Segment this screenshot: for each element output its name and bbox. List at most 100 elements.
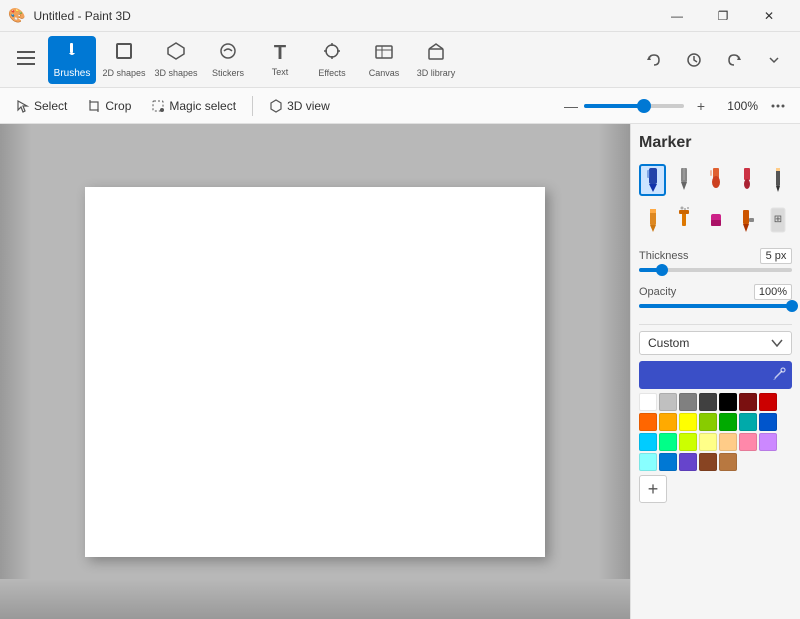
thickness-slider-track[interactable] xyxy=(639,268,792,272)
3dview-button[interactable]: 3D view xyxy=(261,95,338,117)
color-swatch-pink[interactable] xyxy=(739,433,757,451)
menu-icon xyxy=(17,49,35,70)
ribbon-brushes-label: Brushes xyxy=(54,68,91,79)
color-swatch-yellow[interactable] xyxy=(679,413,697,431)
panel-title: Marker xyxy=(639,134,792,152)
opacity-section: Opacity 100% xyxy=(639,284,792,308)
zoom-thumb[interactable] xyxy=(637,99,651,113)
eyedropper-svg xyxy=(772,367,786,381)
canvas-icon xyxy=(374,41,394,66)
ribbon-3dshapes-label: 3D shapes xyxy=(154,68,197,78)
fill-brush-button[interactable] xyxy=(733,204,760,236)
maximize-button[interactable]: ❐ xyxy=(700,0,746,32)
color-row-2 xyxy=(639,413,792,431)
zoom-minus-icon: — xyxy=(564,98,578,114)
ribbon-stickers-tab[interactable]: Stickers xyxy=(204,36,252,84)
zoom-slider[interactable] xyxy=(584,104,684,108)
ribbon-text-label: Text xyxy=(272,67,289,77)
ribbon-2dshapes-tab[interactable]: 2D shapes xyxy=(100,36,148,84)
brush-icons-row1 xyxy=(639,164,792,196)
color-swatch-tan[interactable] xyxy=(719,453,737,471)
ribbon-canvas-tab[interactable]: Canvas xyxy=(360,36,408,84)
ribbon-3dshapes-tab[interactable]: 3D shapes xyxy=(152,36,200,84)
opacity-slider-fill xyxy=(639,304,792,308)
magic-select-button[interactable]: Magic select xyxy=(143,95,244,117)
right-panel: Marker xyxy=(630,124,800,619)
color-swatch-white[interactable] xyxy=(639,393,657,411)
color-swatch-darkred[interactable] xyxy=(739,393,757,411)
marker-brush-button[interactable] xyxy=(639,164,666,196)
crop-button[interactable]: Crop xyxy=(79,95,139,117)
crayon-icon xyxy=(644,206,662,234)
color-swatch-lavender[interactable] xyxy=(759,433,777,451)
color-swatch-purple[interactable] xyxy=(679,453,697,471)
spray-brush-button[interactable] xyxy=(670,204,697,236)
opacity-slider-thumb[interactable] xyxy=(786,300,798,312)
select-icon xyxy=(16,99,30,113)
color-swatch-black[interactable] xyxy=(719,393,737,411)
color-swatch-peach[interactable] xyxy=(719,433,737,451)
custom-brush-icon: ⊞ xyxy=(769,206,787,234)
close-button[interactable]: ✕ xyxy=(746,0,792,32)
more-options-button[interactable] xyxy=(764,92,792,120)
color-swatch-cyan[interactable] xyxy=(639,433,657,451)
add-color-button[interactable]: + xyxy=(639,475,667,503)
crop-label: Crop xyxy=(105,99,131,113)
brushes-icon xyxy=(62,41,82,66)
eraser-brush-button[interactable] xyxy=(702,204,729,236)
ribbon-brushes-tab[interactable]: Brushes xyxy=(48,36,96,84)
thickness-slider-thumb[interactable] xyxy=(656,264,668,276)
color-swatch-lightcyan[interactable] xyxy=(639,453,657,471)
color-swatch-darkgray[interactable] xyxy=(699,393,717,411)
ribbon-menu-button[interactable] xyxy=(8,36,44,84)
color-swatch-amber[interactable] xyxy=(659,413,677,431)
app-icon: 🎨 xyxy=(8,7,25,24)
color-swatch-orange[interactable] xyxy=(639,413,657,431)
color-swatch-brown[interactable] xyxy=(699,453,717,471)
color-swatch-blue[interactable] xyxy=(759,413,777,431)
ribbon-text-tab[interactable]: T Text xyxy=(256,36,304,84)
color-row-1 xyxy=(639,393,792,411)
drawing-canvas[interactable] xyxy=(85,187,545,557)
color-swatch-lime[interactable] xyxy=(699,413,717,431)
color-swatch-yellowgreen[interactable] xyxy=(679,433,697,451)
canvas-area[interactable] xyxy=(0,124,630,619)
ribbon-effects-tab[interactable]: Effects xyxy=(308,36,356,84)
color-swatch-lightyellow[interactable] xyxy=(699,433,717,451)
color-swatch-gray[interactable] xyxy=(679,393,697,411)
zoom-plus-button[interactable]: + xyxy=(690,95,712,117)
title-bar: 🎨 Untitled - Paint 3D — ❐ ✕ xyxy=(0,0,800,32)
color-swatch-red[interactable] xyxy=(759,393,777,411)
ribbon-3dlibrary-tab[interactable]: 3D library xyxy=(412,36,460,84)
crayon-brush-button[interactable] xyxy=(639,204,666,236)
custom-brush-button[interactable]: ⊞ xyxy=(765,204,792,236)
color-swatch-cornflower[interactable] xyxy=(659,453,677,471)
color-swatch-lightgray[interactable] xyxy=(659,393,677,411)
magic-select-icon xyxy=(151,99,165,113)
watercolor-brush-button[interactable] xyxy=(733,164,760,196)
chevron-down-button[interactable] xyxy=(756,44,792,76)
minimize-button[interactable]: — xyxy=(654,0,700,32)
custom-dropdown[interactable]: Custom xyxy=(639,331,792,355)
calligraphy-brush-button[interactable] xyxy=(670,164,697,196)
history-button[interactable] xyxy=(676,44,712,76)
eraser-icon xyxy=(707,206,725,234)
color-swatch-green[interactable] xyxy=(719,413,737,431)
pencil-brush-button[interactable] xyxy=(765,164,792,196)
opacity-slider-track[interactable] xyxy=(639,304,792,308)
redo-button[interactable] xyxy=(716,44,752,76)
fill-icon xyxy=(738,206,756,234)
color-preview-button[interactable] xyxy=(639,361,792,389)
color-palette xyxy=(639,393,792,471)
ribbon-canvas-label: Canvas xyxy=(369,68,400,78)
opacity-value: 100% xyxy=(754,284,792,300)
color-swatch-mint[interactable] xyxy=(659,433,677,451)
oil-brush-button[interactable] xyxy=(702,164,729,196)
ribbon-right-buttons xyxy=(636,44,792,76)
zoom-track xyxy=(584,104,644,108)
thickness-section: Thickness 5 px xyxy=(639,248,792,272)
undo-button[interactable] xyxy=(636,44,672,76)
pencil-icon xyxy=(769,166,787,194)
color-swatch-teal[interactable] xyxy=(739,413,757,431)
select-button[interactable]: Select xyxy=(8,95,75,117)
